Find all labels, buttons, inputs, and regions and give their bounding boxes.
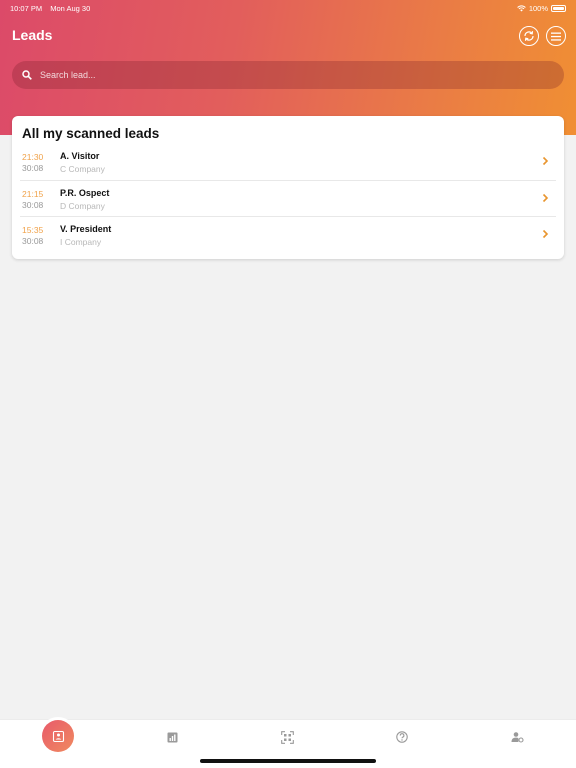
lead-time: 21:15 — [22, 188, 44, 199]
tab-help[interactable] — [382, 720, 422, 754]
lead-duration: 30:08 — [22, 236, 44, 246]
lead-name: A. Visitor — [60, 151, 100, 161]
lead-row[interactable]: 21:15 30:08 P.R. Ospect D Company — [20, 181, 556, 217]
card-title: All my scanned leads — [22, 126, 160, 141]
page-title: Leads — [12, 27, 53, 43]
lead-duration: 30:08 — [22, 163, 44, 173]
lead-row[interactable]: 21:30 30:08 A. Visitor C Company — [20, 144, 556, 181]
leads-list: 21:30 30:08 A. Visitor C Company 21:15 3… — [20, 144, 556, 254]
status-bar: 10:07 PM Mon Aug 30 100% — [10, 2, 566, 14]
tab-stats[interactable] — [152, 720, 192, 754]
lead-name: V. President — [60, 224, 112, 234]
lead-time: 21:30 — [22, 152, 44, 162]
battery-level: 100% — [528, 3, 548, 13]
lead-company: C Company — [60, 164, 105, 174]
battery-icon — [551, 4, 566, 12]
leads-contact-icon — [52, 730, 64, 742]
search-input[interactable] — [40, 70, 520, 80]
tab-leads[interactable] — [42, 720, 74, 752]
lead-company: I Company — [60, 237, 102, 247]
tab-scan[interactable] — [267, 720, 307, 754]
help-circle-icon — [396, 731, 408, 743]
wifi-icon — [517, 4, 526, 11]
status-time: 10:07 PM — [10, 3, 43, 13]
stats-chart-icon — [167, 732, 177, 742]
chevron-right-icon — [542, 193, 549, 202]
tab-account[interactable] — [497, 720, 537, 754]
chevron-right-icon — [542, 229, 549, 239]
hamburger-menu-icon — [551, 32, 561, 41]
lead-name: P.R. Ospect — [60, 187, 110, 198]
chevron-right-icon — [542, 156, 549, 166]
header: 10:07 PM Mon Aug 30 100% Leads — [0, 0, 576, 135]
account-settings-icon — [511, 732, 524, 743]
lead-row[interactable]: 15:35 30:08 V. President I Company — [20, 217, 556, 254]
lead-time: 15:35 — [22, 225, 44, 235]
lead-duration: 30:08 — [22, 199, 44, 210]
search-icon — [22, 70, 32, 80]
status-date: Mon Aug 30 — [50, 3, 91, 13]
lead-company: D Company — [60, 200, 105, 211]
qr-scan-icon — [280, 730, 294, 744]
menu-button[interactable] — [546, 26, 566, 46]
leads-card: All my scanned leads 21:30 30:08 A. Visi… — [12, 116, 564, 259]
search-bar[interactable] — [12, 61, 564, 89]
sync-button[interactable] — [519, 26, 539, 46]
home-indicator[interactable] — [200, 759, 376, 763]
sync-icon — [524, 31, 534, 41]
